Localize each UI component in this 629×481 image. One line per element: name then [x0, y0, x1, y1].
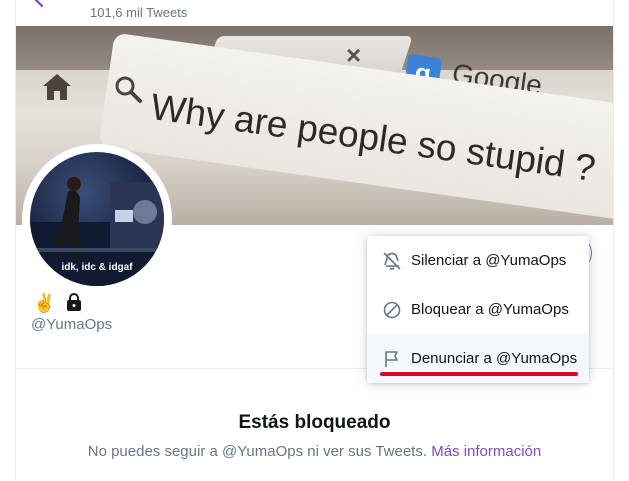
avatar-caption: idk, idc & idgaf — [61, 262, 133, 273]
mute-icon — [383, 251, 401, 270]
avatar[interactable]: idk, idc & idgaf — [26, 148, 168, 290]
lock-icon — [67, 293, 82, 311]
avatar-image: idk, idc & idgaf — [30, 152, 164, 286]
menu-item-mute[interactable]: Silenciar a @YumaOps — [367, 236, 589, 285]
blocked-title: Estás bloqueado — [238, 412, 391, 433]
more-info-link[interactable]: Más información — [431, 443, 541, 460]
menu-item-report-label: Denunciar a @YumaOps — [411, 350, 578, 367]
flag-icon — [385, 350, 398, 367]
home-icon — [43, 74, 71, 100]
victory-hand-emoji: ✌️ — [33, 293, 56, 313]
profile-actions-menu: Silenciar a @YumaOps Bloquear a @YumaOps… — [367, 236, 589, 383]
profile-emojis: ✌️ — [33, 292, 84, 314]
magnifier-icon — [115, 76, 142, 103]
tweet-count: 101,6 mil Tweets — [90, 5, 188, 20]
blocked-description-text: No puedes seguir a @YumaOps ni ver sus T… — [87, 443, 428, 460]
red-annotation-underline — [380, 372, 578, 376]
menu-item-mute-label: Silenciar a @YumaOps — [411, 252, 567, 269]
menu-item-block[interactable]: Bloquear a @YumaOps — [367, 285, 589, 334]
menu-item-block-label: Bloquear a @YumaOps — [411, 301, 569, 318]
column-border-right — [613, 0, 614, 481]
back-arrow-icon[interactable] — [30, 0, 48, 8]
blocked-description: No puedes seguir a @YumaOps ni ver sus T… — [0, 443, 629, 460]
block-icon — [383, 301, 401, 318]
profile-handle: @YumaOps — [31, 316, 113, 333]
